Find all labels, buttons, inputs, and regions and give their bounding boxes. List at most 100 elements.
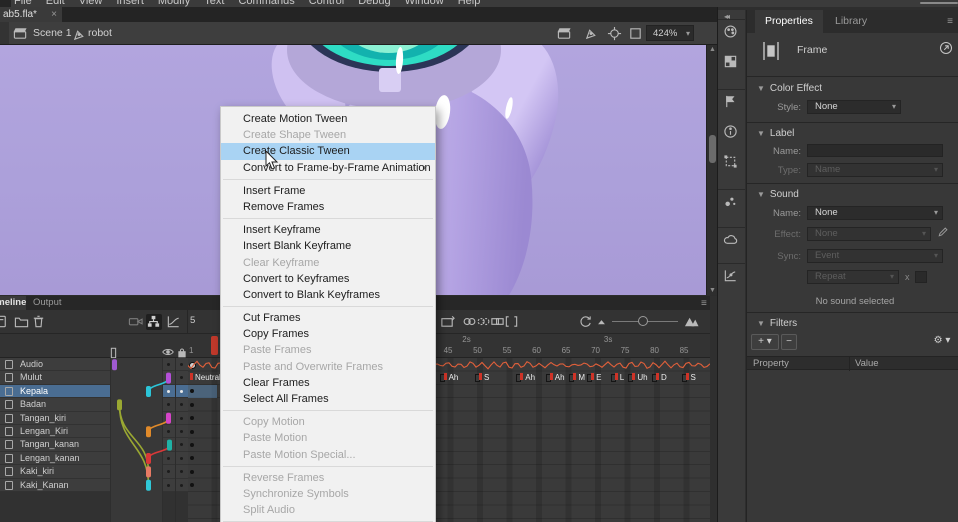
swatches-icon[interactable] — [723, 54, 740, 71]
layer-parent-marker[interactable] — [167, 440, 172, 451]
label-name-input[interactable] — [807, 144, 943, 157]
clip-content-icon[interactable] — [628, 26, 643, 41]
layer-parent-marker[interactable] — [166, 413, 171, 424]
transform-icon[interactable] — [723, 154, 740, 171]
keyframe-dot[interactable] — [190, 403, 194, 407]
context-menu-item[interactable]: Convert to Keyframes — [221, 271, 435, 287]
document-tab[interactable]: ab5.fla* × — [0, 7, 62, 22]
context-menu-item[interactable]: Create Motion Tween — [221, 111, 435, 127]
info-icon[interactable] — [723, 124, 740, 141]
frame-label[interactable]: Uh — [637, 373, 647, 382]
scrollbar-thumb[interactable] — [709, 135, 716, 163]
new-layer-icon[interactable] — [0, 314, 10, 330]
zoom-select[interactable]: 424% ▾ — [646, 25, 694, 41]
layer-depth-icon[interactable] — [166, 314, 182, 330]
filter-options-gear-icon[interactable]: ⚙ ▾ — [929, 334, 955, 350]
creative-cloud-icon[interactable] — [723, 232, 740, 249]
zoom-in-hill-icon[interactable] — [684, 314, 700, 330]
workspace-switcher[interactable]: Essentials — [845, 0, 891, 3]
scroll-down-icon[interactable]: ▼ — [709, 287, 716, 294]
context-menu-item[interactable]: Remove Frames — [221, 199, 435, 215]
menu-text[interactable]: Text — [204, 0, 224, 7]
align-icon[interactable] — [723, 94, 740, 111]
frame-label[interactable]: Neutral — [195, 373, 221, 382]
menu-modify[interactable]: Modify — [158, 0, 190, 7]
stage-vertical-scrollbar[interactable]: ▲ ▼ — [706, 45, 717, 295]
menu-edit[interactable]: Edit — [46, 0, 65, 7]
remove-filter-button[interactable]: − — [781, 334, 797, 350]
insert-keyframe-icon[interactable] — [440, 314, 456, 330]
context-menu-item[interactable]: Insert Blank Keyframe — [221, 238, 435, 254]
back-button[interactable] — [0, 22, 9, 44]
edit-scene-icon[interactable] — [557, 26, 572, 41]
context-menu-item[interactable]: Insert Frame — [221, 183, 435, 199]
context-menu-item[interactable]: Select All Frames — [221, 391, 435, 407]
layer-parent-marker[interactable] — [117, 399, 122, 410]
menu-file[interactable]: File — [14, 0, 32, 7]
keyframe-dot[interactable] — [190, 416, 194, 420]
loop-icon[interactable] — [578, 314, 594, 330]
context-menu-item[interactable]: Create Classic Tween — [221, 143, 435, 159]
panel-menu-icon[interactable]: ≡ — [947, 16, 953, 27]
section-color-effect[interactable]: ▼Color Effect — [757, 83, 822, 94]
frame-label[interactable]: M — [578, 373, 585, 382]
menu-commands[interactable]: Commands — [238, 0, 294, 7]
tab-library[interactable]: Library — [825, 10, 877, 33]
edit-symbols-icon[interactable] — [584, 26, 599, 41]
context-menu-item[interactable]: Copy Frames — [221, 326, 435, 342]
style-dropdown[interactable]: None▾ — [807, 100, 901, 114]
frame-label[interactable]: S — [691, 373, 696, 382]
tab-output[interactable]: Output — [33, 297, 62, 308]
tab-timeline[interactable]: Timeline — [0, 296, 26, 310]
menu-insert[interactable]: Insert — [116, 0, 144, 7]
show-parenting-icon[interactable] — [146, 314, 162, 330]
layer-parent-marker[interactable] — [146, 480, 151, 491]
delete-layer-icon[interactable] — [31, 314, 47, 330]
breadcrumb-scene[interactable]: Scene 1 — [33, 27, 72, 39]
keyframe-dot[interactable] — [190, 456, 194, 460]
context-menu-item[interactable]: Insert Keyframe — [221, 222, 435, 238]
frame-label[interactable]: S — [484, 373, 489, 382]
context-menu-item[interactable]: Convert to Blank Keyframes — [221, 287, 435, 303]
layer-parent-marker[interactable] — [146, 386, 151, 397]
frame-label[interactable]: E — [596, 373, 601, 382]
scroll-up-icon[interactable]: ▲ — [709, 46, 716, 53]
context-menu-item[interactable]: Clear Frames — [221, 375, 435, 391]
onion-range-icon[interactable] — [504, 314, 520, 330]
section-filters[interactable]: ▼Filters — [757, 318, 797, 329]
breadcrumb-symbol[interactable]: robot — [88, 27, 112, 39]
section-sound[interactable]: ▼Sound — [757, 189, 799, 200]
camera-icon[interactable] — [128, 314, 144, 330]
context-menu-item[interactable]: Cut Frames — [221, 310, 435, 326]
layer-parent-marker[interactable] — [146, 466, 151, 477]
color-icon[interactable] — [723, 24, 740, 41]
brush-library-icon[interactable] — [723, 194, 740, 211]
playhead[interactable] — [211, 336, 218, 355]
frame-label[interactable]: L — [620, 373, 624, 382]
frame-label[interactable]: D — [661, 373, 667, 382]
quick-share-icon[interactable] — [939, 41, 953, 55]
context-menu-item[interactable]: Convert to Frame-by-Frame Animation› — [221, 160, 435, 176]
frame-label[interactable]: Ah — [555, 373, 565, 382]
layer-parent-marker[interactable] — [146, 426, 151, 437]
add-filter-button[interactable]: + ▾ — [751, 334, 779, 350]
zoom-out-hill-icon[interactable] — [596, 314, 612, 330]
tab-properties[interactable]: Properties — [755, 10, 823, 33]
motion-editor-icon[interactable] — [723, 268, 740, 285]
layer-parent-marker[interactable] — [166, 373, 171, 384]
section-label[interactable]: ▼Label — [757, 128, 794, 139]
lock-icon[interactable] — [177, 347, 189, 357]
keyframe-dot[interactable] — [190, 443, 194, 447]
menu-debug[interactable]: Debug — [358, 0, 390, 7]
keyframe-dot[interactable] — [190, 483, 194, 487]
new-folder-icon[interactable] — [14, 314, 30, 330]
eye-icon[interactable] — [162, 347, 174, 357]
center-frame-icon[interactable] — [607, 26, 622, 41]
menu-help[interactable]: Help — [458, 0, 481, 7]
frame-label[interactable]: Ah — [525, 373, 535, 382]
layer-parent-marker[interactable] — [112, 359, 117, 370]
zoom-slider-knob[interactable] — [638, 316, 648, 326]
menu-control[interactable]: Control — [309, 0, 344, 7]
keyframe-dot[interactable] — [190, 430, 194, 434]
close-tab-icon[interactable]: × — [51, 7, 57, 22]
